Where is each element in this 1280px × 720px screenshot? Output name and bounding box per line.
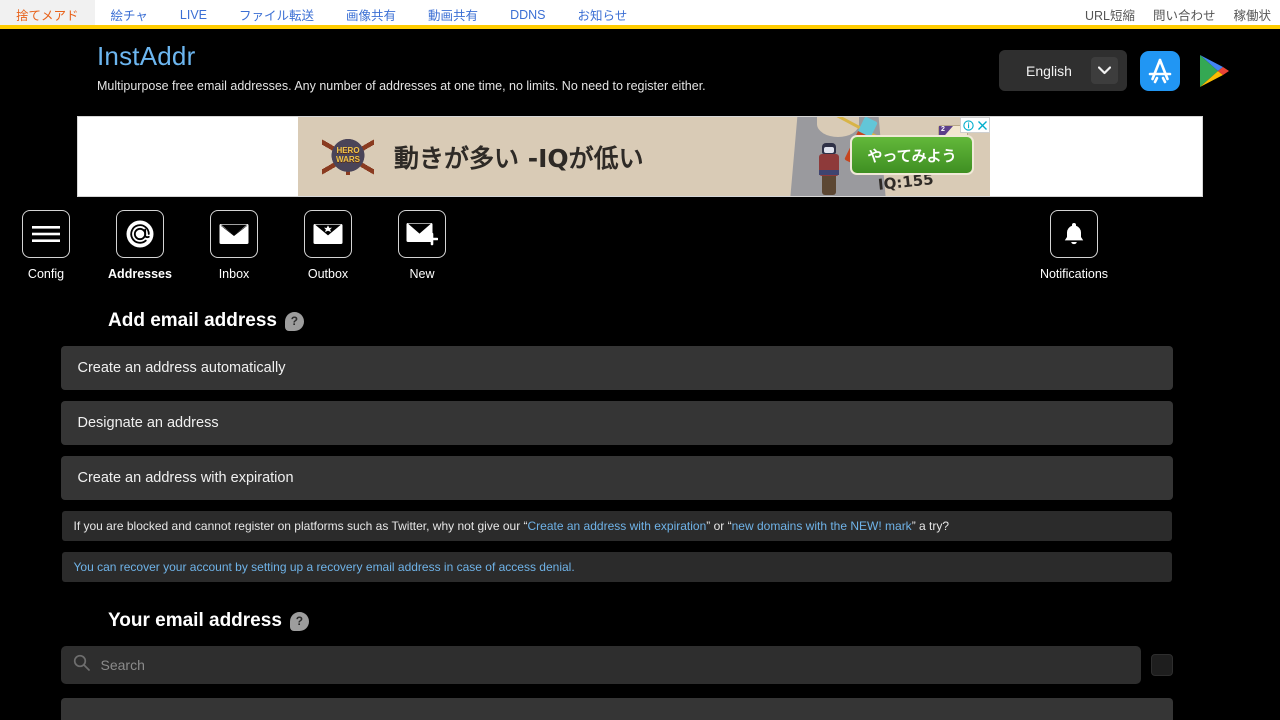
options-button[interactable]: [1150, 654, 1173, 676]
address-search-row: Search: [60, 646, 1173, 684]
address-list-row[interactable]: [60, 698, 1173, 720]
nav-item-notifications[interactable]: Notifications: [1028, 210, 1120, 281]
your-email-section-title: Your email address ?: [108, 610, 1233, 632]
notice-part2: ” or “: [706, 518, 732, 533]
notice-part3: ” a try?: [911, 518, 950, 533]
ad-brand-line2: WARS: [336, 154, 360, 164]
nav-item-config[interactable]: Config: [0, 210, 92, 281]
site-tagline: Multipurpose free email addresses. Any n…: [97, 79, 706, 93]
add-address-action-2[interactable]: Create an address with expiration: [60, 456, 1173, 500]
envelope-outbox-icon: [304, 210, 352, 258]
nav-item-outbox[interactable]: Outbox: [282, 210, 374, 281]
ad-hero-character: [818, 143, 840, 195]
search-input[interactable]: Search: [101, 657, 145, 673]
page-header: InstAddr Multipurpose free email address…: [0, 29, 1280, 116]
help-question-icon[interactable]: ?: [289, 611, 309, 631]
ad-controls[interactable]: [960, 117, 990, 133]
ad-creative[interactable]: HERO WARS 動きが多い -IQが低い IQ:155 2 やってみよう: [298, 117, 990, 196]
nav-item-inbox[interactable]: Inbox: [188, 210, 280, 281]
main-content: Add email address ? Create an address au…: [0, 310, 1280, 720]
blocked-notice: If you are blocked and cannot register o…: [61, 511, 1172, 541]
notice-part1: If you are blocked and cannot register o…: [73, 518, 528, 533]
close-icon[interactable]: [975, 118, 989, 132]
ad-banner[interactable]: HERO WARS 動きが多い -IQが低い IQ:155 2 やってみよう: [77, 116, 1203, 197]
nav-item-label: Notifications: [1039, 267, 1109, 281]
envelope-inbox-icon: [210, 210, 258, 258]
blocked-notice-text: If you are blocked and cannot register o…: [74, 518, 950, 535]
adchoices-info-icon[interactable]: [961, 118, 975, 132]
help-question-icon[interactable]: ?: [284, 311, 304, 331]
search-input-wrapper[interactable]: Search: [60, 646, 1141, 684]
section-title-text: Add email address: [108, 310, 277, 331]
add-address-action-0[interactable]: Create an address automatically: [60, 346, 1173, 390]
primary-icon-nav: Config Addresses Inbox Outbox New Notificatio…: [0, 204, 1280, 286]
notice-link-new-domains[interactable]: new domains with the NEW! mark: [732, 519, 912, 533]
notice-link-expiration[interactable]: Create an address with expiration: [528, 519, 707, 533]
language-selector-value: English: [1026, 62, 1072, 79]
nav-item-label: Outbox: [307, 267, 349, 281]
nav-item-new[interactable]: New: [376, 210, 468, 281]
nav-item-label: Inbox: [218, 267, 250, 281]
site-logo[interactable]: InstAddr: [97, 41, 706, 72]
recovery-notice-link[interactable]: You can recover your account by setting …: [74, 559, 575, 576]
ad-left-filler: [78, 117, 298, 196]
search-icon: [73, 654, 90, 676]
header-actions: English: [999, 50, 1233, 91]
nav-item-label: New: [409, 267, 435, 281]
add-address-action-1[interactable]: Designate an address: [60, 401, 1173, 445]
language-selector[interactable]: English: [999, 50, 1127, 91]
ad-card-number: 2: [941, 126, 945, 133]
site-network-bar: 捨てメアド 絵チャ LIVE ファイル転送 画像共有 動画共有 DDNS お知らせ URL短縮…: [0, 0, 1280, 29]
add-email-section-title: Add email address ?: [108, 310, 1233, 332]
chevron-down-icon: [1091, 57, 1118, 84]
app-store-icon[interactable]: [1140, 50, 1180, 91]
nav-item-addresses[interactable]: Addresses: [94, 210, 186, 281]
envelope-plus-icon: [398, 210, 446, 258]
ad-headline: 動きが多い -IQが低い: [394, 143, 644, 173]
recovery-notice[interactable]: You can recover your account by setting …: [61, 552, 1172, 582]
add-address-action-list: Create an address automatically Designate…: [0, 346, 1233, 500]
ad-brand-line1: HERO: [336, 145, 360, 155]
section-title-text: Your email address: [108, 610, 282, 631]
nav-item-label: Config: [27, 267, 65, 281]
at-sign-icon: [116, 210, 164, 258]
nav-item-label: Addresses: [108, 267, 172, 281]
brand-block: InstAddr Multipurpose free email address…: [97, 41, 706, 93]
google-play-icon[interactable]: [1193, 51, 1233, 91]
hero-wars-logo-icon: HERO WARS: [320, 136, 376, 177]
ad-cta-button[interactable]: やってみよう: [850, 135, 974, 175]
bell-icon: [1050, 210, 1098, 258]
ad-right-filler: [990, 117, 1202, 196]
hamburger-menu-icon: [22, 210, 70, 258]
